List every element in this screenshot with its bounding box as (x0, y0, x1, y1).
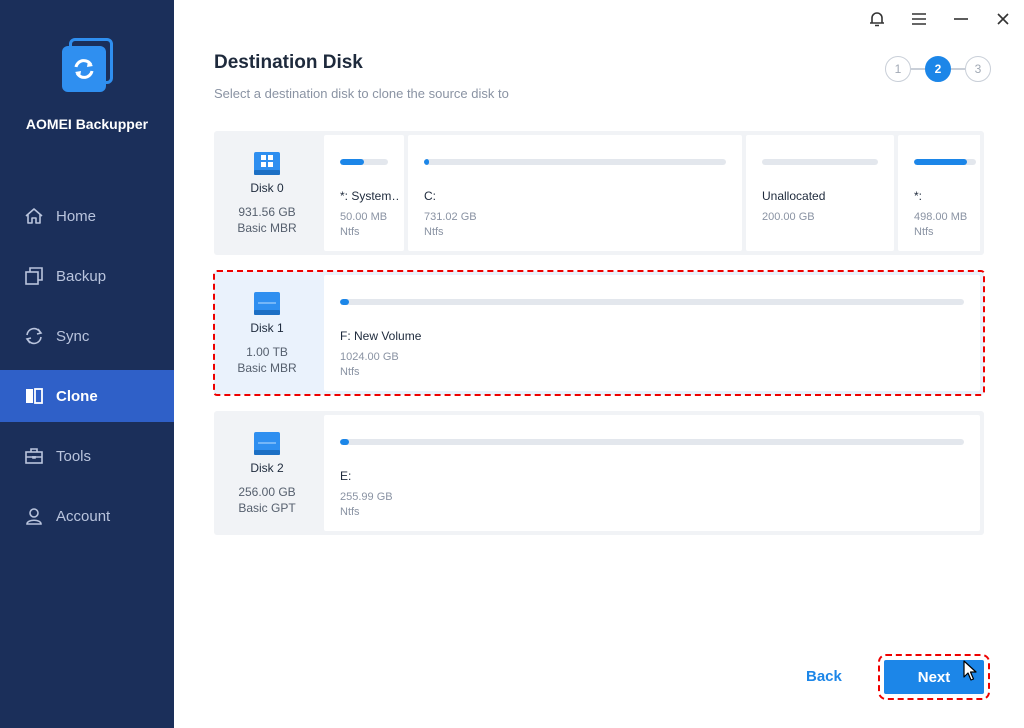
step-indicator: 1 2 3 (885, 56, 991, 82)
disk-size: 931.56 GB (238, 205, 296, 219)
disk-type: Basic GPT (238, 501, 296, 515)
app-logo-area: AOMEI Backupper (0, 38, 174, 132)
partition-size: 255.99 GB (340, 491, 393, 503)
partition-card[interactable]: *: System… 50.00 MB Ntfs (324, 135, 404, 251)
disk-row-2[interactable]: Disk 2 256.00 GB Basic GPT E: 255.99 GB … (214, 411, 984, 535)
disk-info: Disk 2 256.00 GB Basic GPT (214, 411, 320, 535)
sidebar: AOMEI Backupper Home Backup Sync Clone T… (0, 0, 174, 728)
step-connector (951, 68, 965, 70)
disk-name: Disk 1 (250, 321, 284, 335)
disk-name: Disk 0 (250, 181, 284, 195)
disk-row-0[interactable]: Disk 0 931.56 GB Basic MBR *: System… 50… (214, 131, 984, 255)
disk-row-1[interactable]: Disk 1 1.00 TB Basic MBR F: New Volume 1… (213, 270, 985, 396)
disk-size: 256.00 GB (238, 485, 296, 499)
partition-card[interactable]: Unallocated 200.00 GB (746, 135, 894, 251)
notification-bell-icon[interactable] (868, 10, 886, 28)
tools-icon (24, 446, 44, 466)
back-button[interactable]: Back (806, 668, 842, 685)
partition-name: F: New Volume (340, 329, 422, 343)
partition-list: E: 255.99 GB Ntfs (324, 415, 980, 531)
partition-card[interactable]: C: 731.02 GB Ntfs (408, 135, 742, 251)
partition-list: *: System… 50.00 MB Ntfs C: 731.02 GB Nt… (324, 135, 980, 251)
partition-name: *: (914, 189, 923, 203)
partition-size: 1024.00 GB (340, 351, 399, 363)
account-icon (24, 506, 44, 526)
partition-filesystem: Ntfs (424, 226, 444, 238)
partition-size: 50.00 MB (340, 211, 388, 223)
partition-filesystem: Ntfs (914, 226, 934, 238)
usage-bar (424, 159, 726, 165)
partition-size: 200.00 GB (762, 211, 815, 223)
sidebar-nav: Home Backup Sync Clone Tools Account (0, 190, 174, 550)
sidebar-item-label: Account (56, 507, 111, 525)
usage-bar (340, 299, 964, 305)
sidebar-item-clone[interactable]: Clone (0, 370, 174, 422)
disk-info: Disk 1 1.00 TB Basic MBR (214, 271, 320, 395)
partition-filesystem: Ntfs (340, 366, 360, 378)
partition-filesystem: Ntfs (340, 506, 360, 518)
step-connector (911, 68, 925, 70)
sidebar-item-label: Backup (56, 267, 107, 285)
app-name: AOMEI Backupper (25, 116, 149, 132)
sidebar-item-home[interactable]: Home (0, 190, 174, 242)
partition-name: C: (424, 189, 436, 203)
disk-icon (253, 429, 281, 457)
usage-bar (340, 439, 964, 445)
sidebar-item-tools[interactable]: Tools (0, 430, 174, 482)
clone-icon (24, 386, 44, 406)
sidebar-item-backup[interactable]: Backup (0, 250, 174, 302)
disk-type: Basic MBR (237, 221, 297, 235)
sidebar-item-label: Clone (56, 387, 98, 405)
sidebar-item-label: Tools (56, 447, 92, 465)
usage-bar (340, 159, 388, 165)
partition-card[interactable]: *: 498.00 MB Ntfs (898, 135, 980, 251)
page-title: Destination Disk (214, 52, 363, 73)
step-1: 1 (885, 56, 911, 82)
home-icon (24, 206, 44, 226)
sidebar-item-account[interactable]: Account (0, 490, 174, 542)
menu-icon[interactable] (910, 10, 928, 28)
sidebar-item-sync[interactable]: Sync (0, 310, 174, 362)
disk-size: 1.00 TB (246, 345, 288, 359)
partition-name: E: (340, 469, 352, 483)
disk-type: Basic MBR (237, 361, 297, 375)
backup-icon (24, 266, 44, 286)
partition-size: 731.02 GB (424, 211, 477, 223)
sidebar-item-label: Sync (56, 327, 90, 345)
partition-size: 498.00 MB (914, 211, 968, 223)
app-logo-icon (59, 38, 115, 94)
sync-icon (24, 326, 44, 346)
disk-name: Disk 2 (250, 461, 284, 475)
minimize-icon[interactable] (952, 10, 970, 28)
step-2: 2 (925, 56, 951, 82)
partition-filesystem: Ntfs (340, 226, 360, 238)
partition-name: *: System… (340, 189, 400, 203)
partition-list: F: New Volume 1024.00 GB Ntfs (324, 275, 980, 391)
window-controls (868, 10, 1012, 28)
close-icon[interactable] (994, 10, 1012, 28)
partition-card[interactable]: E: 255.99 GB Ntfs (324, 415, 980, 531)
partition-card[interactable]: F: New Volume 1024.00 GB Ntfs (324, 275, 980, 391)
mouse-cursor-icon (963, 660, 977, 687)
usage-bar (762, 159, 878, 165)
step-3: 3 (965, 56, 991, 82)
windows-disk-icon (253, 149, 281, 177)
usage-bar (914, 159, 976, 165)
sidebar-item-label: Home (56, 207, 97, 225)
partition-name: Unallocated (762, 189, 826, 203)
disk-icon (253, 289, 281, 317)
disk-info: Disk 0 931.56 GB Basic MBR (214, 131, 320, 255)
page-subtitle: Select a destination disk to clone the s… (214, 86, 509, 101)
